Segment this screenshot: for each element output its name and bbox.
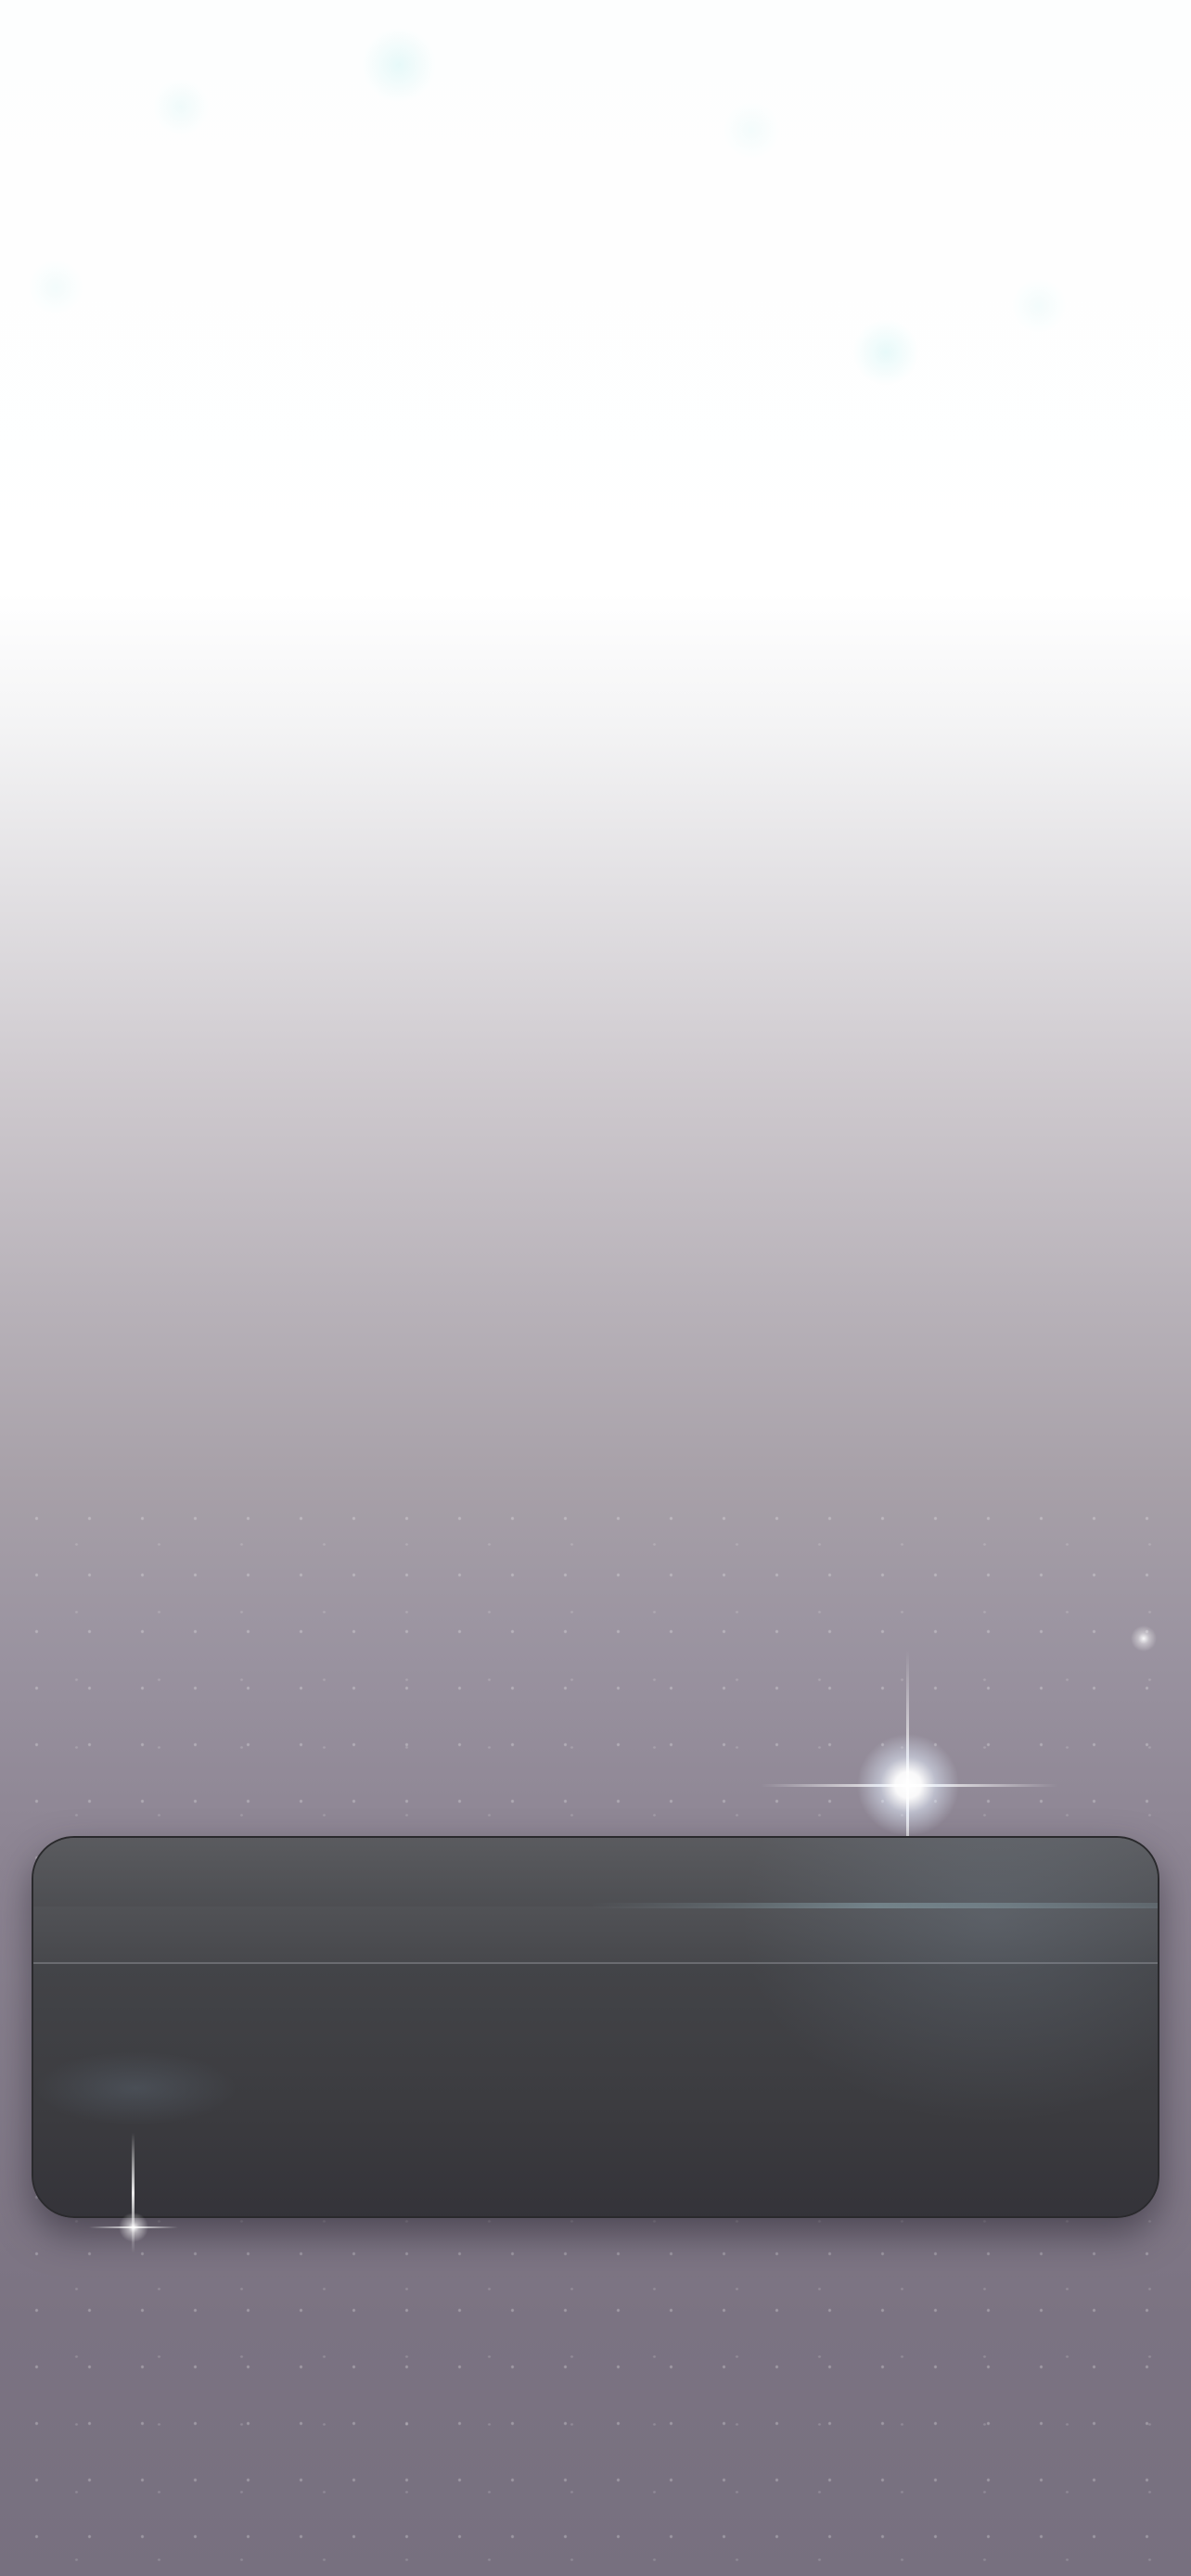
sky-haze xyxy=(0,0,1191,649)
widget-panel[interactable] xyxy=(32,1836,1159,2218)
panel-light-streak xyxy=(590,1903,1158,1908)
panel-left-reflection xyxy=(33,2051,237,2125)
panel-light-reflection xyxy=(738,1838,1158,2125)
wallpaper-screen xyxy=(0,0,1191,2576)
